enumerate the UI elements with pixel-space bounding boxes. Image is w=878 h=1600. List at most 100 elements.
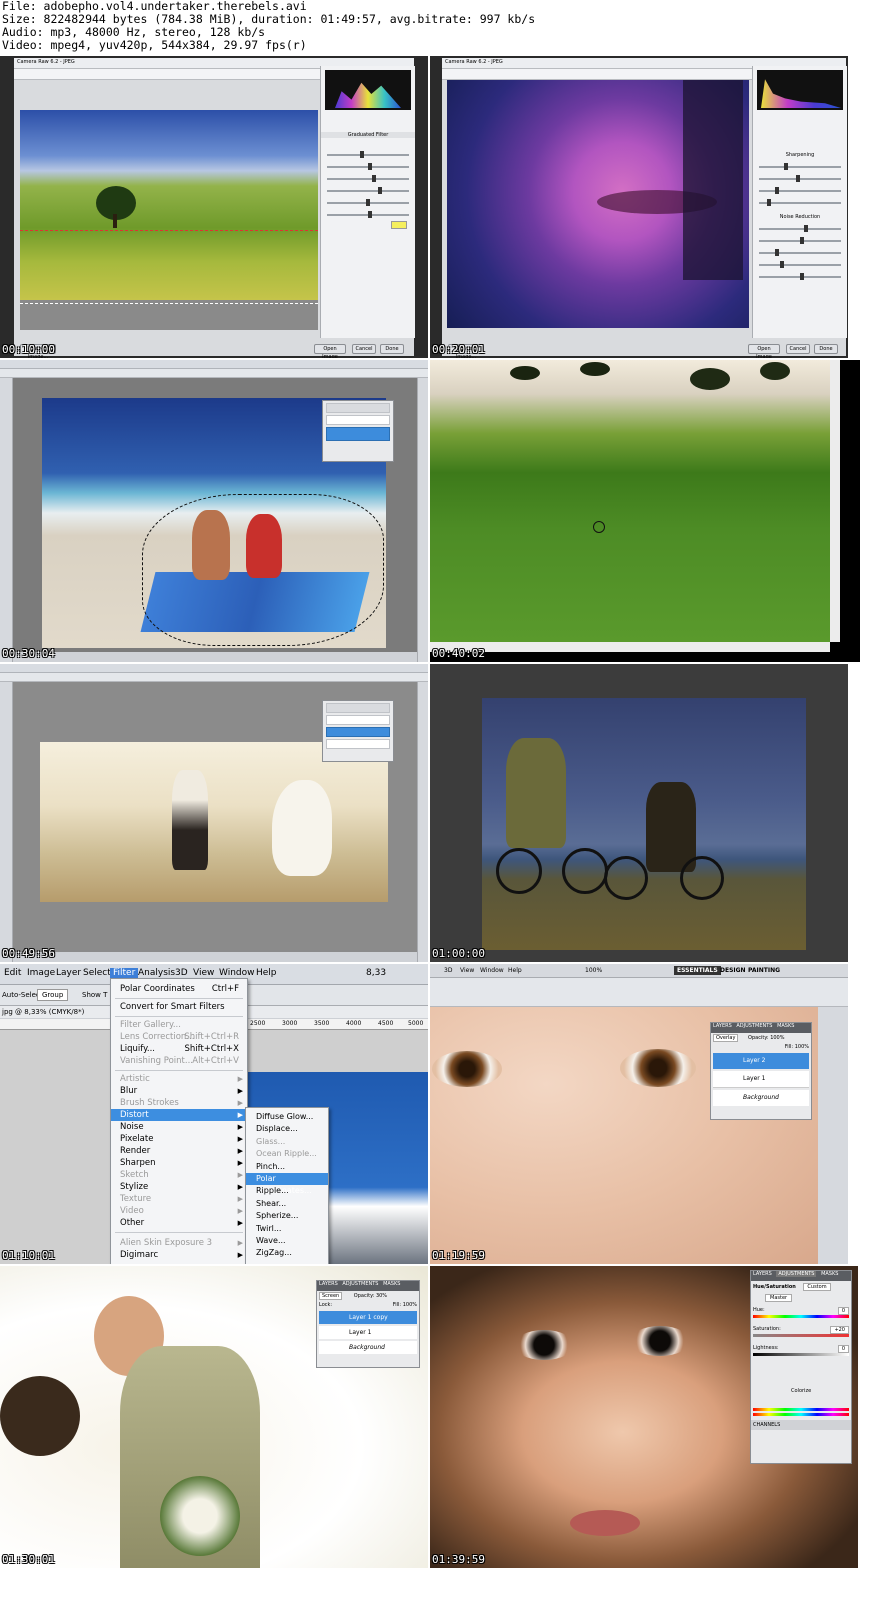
slider-amount[interactable] (759, 163, 841, 170)
slider-color-detail[interactable] (759, 273, 841, 280)
workspace-design[interactable]: DESIGN (720, 967, 746, 974)
hue-slider[interactable] (753, 1315, 849, 1318)
lightness-slider[interactable] (753, 1353, 849, 1356)
open-image-button[interactable]: Open Image (748, 344, 780, 358)
options-bar[interactable] (430, 978, 848, 1007)
submenu-spherize[interactable]: Spherize... (246, 1210, 328, 1222)
slider-color[interactable] (759, 261, 841, 268)
thumbnail-9[interactable]: LAYERS ADJUSTMENTS MASKS Screen Opacity:… (0, 1266, 428, 1568)
zoom-level[interactable]: 8,33 (366, 968, 386, 978)
submenu-pinch[interactable]: Pinch... (246, 1161, 328, 1173)
tab-adjustments[interactable]: ADJUSTMENTS (776, 1271, 817, 1277)
thumbnail-1[interactable]: Camera Raw 6.2 - JPEG Graduated Filter S… (0, 56, 428, 358)
layer-background[interactable] (326, 427, 390, 441)
tab-layers[interactable]: LAYERS (753, 1271, 772, 1277)
workspace-painting[interactable]: PAINTING (748, 967, 780, 974)
cancel-button[interactable]: Cancel (352, 344, 376, 354)
menu-image[interactable]: Image (27, 968, 55, 978)
menu-filter[interactable]: Filter (110, 968, 139, 978)
submenu-diffuse-glow[interactable]: Diffuse Glow... (246, 1111, 328, 1123)
menu-bar[interactable] (0, 360, 428, 369)
colorize-checkbox[interactable]: Colorize (751, 1358, 851, 1394)
tab-masks[interactable]: MASKS (383, 1281, 400, 1287)
submenu-shear[interactable]: Shear... (246, 1198, 328, 1210)
saturation-value[interactable]: +20 (830, 1326, 849, 1334)
blend-mode-dropdown[interactable]: Overlay (713, 1034, 739, 1042)
panel-dock[interactable] (417, 378, 428, 662)
menu-item-filter-gallery[interactable]: Filter Gallery... (111, 1019, 247, 1031)
slider-saturation[interactable] (327, 187, 409, 194)
menu-bar[interactable]: 3D View Window Help 100% ESSENTIALS DESI… (430, 964, 848, 978)
layer-row[interactable] (326, 739, 390, 749)
submenu-polar-coordinates[interactable]: Polar Coordinates... (246, 1173, 328, 1195)
layer-row-selected[interactable]: Layer 1 copy (319, 1311, 417, 1324)
menu-item-stylize[interactable]: Stylize ▶ (111, 1181, 247, 1193)
submenu-ocean-ripple[interactable]: Ocean Ripple... (246, 1148, 328, 1160)
menu-view[interactable]: View (193, 968, 214, 978)
slider-contrast[interactable] (327, 175, 409, 182)
menu-item-noise[interactable]: Noise ▶ (111, 1121, 247, 1133)
submenu-displace[interactable]: Displace... (246, 1123, 328, 1135)
submenu-ripple[interactable]: Ripple... (246, 1185, 328, 1197)
thumbnail-5[interactable]: 00:49:56 (0, 664, 428, 962)
thumbnail-4[interactable]: 00:40:02 (430, 360, 860, 662)
tab-masks[interactable]: MASKS (821, 1271, 838, 1277)
thumbnail-6[interactable]: 01:00:00 (430, 664, 848, 962)
menu-item-video[interactable]: Video ▶ (111, 1205, 247, 1217)
menu-3d[interactable]: 3D (444, 967, 452, 974)
menu-item-artistic[interactable]: Artistic ▶ (111, 1073, 247, 1085)
submenu-zigzag[interactable]: ZigZag... (246, 1247, 328, 1259)
workspace-essentials[interactable]: ESSENTIALS (674, 966, 721, 975)
menu-help[interactable]: Help (256, 968, 277, 978)
slider-luminance-contrast[interactable] (759, 249, 841, 256)
slider-masking[interactable] (759, 199, 841, 206)
menu-item-other[interactable]: Other ▶ (111, 1217, 247, 1229)
menu-item-convert-smart-filters[interactable]: Convert for Smart Filters (111, 1001, 247, 1013)
preset-dropdown[interactable]: Custom (803, 1283, 831, 1291)
slider-sharpness[interactable] (327, 211, 409, 218)
slider-detail[interactable] (759, 187, 841, 194)
menu-select[interactable]: Select (83, 968, 111, 978)
thumbnail-3[interactable]: 00:30:04 (0, 360, 428, 662)
menu-layer[interactable]: Layer (56, 968, 81, 978)
tab-adjustments[interactable]: ADJUSTMENTS (736, 1023, 772, 1029)
menu-item-brush-strokes[interactable]: Brush Strokes ▶ (111, 1097, 247, 1109)
thumbnail-10[interactable]: LAYERS ADJUSTMENTS MASKS Hue/Saturation … (430, 1266, 858, 1568)
thumbnail-7[interactable]: Edit Image Layer Select Filter Analysis … (0, 964, 428, 1264)
channel-dropdown[interactable]: Master (765, 1294, 793, 1302)
opacity-field[interactable]: Opacity: 100% (748, 1035, 784, 1041)
slider-clarity[interactable] (327, 199, 409, 206)
auto-select-dropdown[interactable]: Group (37, 989, 69, 1001)
slider-brightness[interactable] (327, 163, 409, 170)
menu-edit[interactable]: Edit (4, 968, 21, 978)
menu-item-vanishing-point[interactable]: Vanishing Point... Alt+Ctrl+V (111, 1055, 247, 1067)
color-swatch[interactable] (391, 221, 407, 229)
options-bar[interactable] (0, 673, 428, 682)
done-button[interactable]: Done (380, 344, 404, 354)
layer-row[interactable]: Layer 1 (319, 1326, 417, 1339)
tab-channels[interactable]: CHANNELS (751, 1420, 851, 1430)
slider-exposure[interactable] (327, 151, 409, 158)
menu-view[interactable]: View (460, 967, 474, 974)
panel-dock[interactable] (417, 682, 428, 962)
panel-dock[interactable] (818, 1007, 848, 1264)
thumbnail-2[interactable]: Camera Raw 6.2 - JPEG Sharpening Noise R… (430, 56, 848, 358)
horizontal-scrollbar[interactable] (430, 642, 830, 652)
options-bar[interactable] (0, 369, 428, 378)
layer-row[interactable]: Layer 1 (713, 1071, 809, 1088)
done-button[interactable]: Done (814, 344, 838, 354)
open-image-button[interactable]: Open Image (314, 344, 346, 358)
layer-row-background[interactable]: Background (319, 1341, 417, 1354)
cancel-button[interactable]: Cancel (786, 344, 810, 354)
menu-item-blur[interactable]: Blur ▶ (111, 1085, 247, 1097)
hue-value[interactable]: 0 (837, 1307, 849, 1315)
menu-item-sketch[interactable]: Sketch ▶ (111, 1169, 247, 1181)
submenu-wave[interactable]: Wave... (246, 1235, 328, 1247)
menu-window[interactable]: Window (219, 968, 255, 978)
tools-panel[interactable] (0, 682, 13, 962)
submenu-twirl[interactable]: Twirl... (246, 1223, 328, 1235)
menu-item-distort[interactable]: Distort ▶ (111, 1109, 247, 1121)
tab-adjustments[interactable]: ADJUSTMENTS (342, 1281, 378, 1287)
slider-radius[interactable] (759, 175, 841, 182)
zoom-level[interactable]: 100% (585, 967, 602, 974)
